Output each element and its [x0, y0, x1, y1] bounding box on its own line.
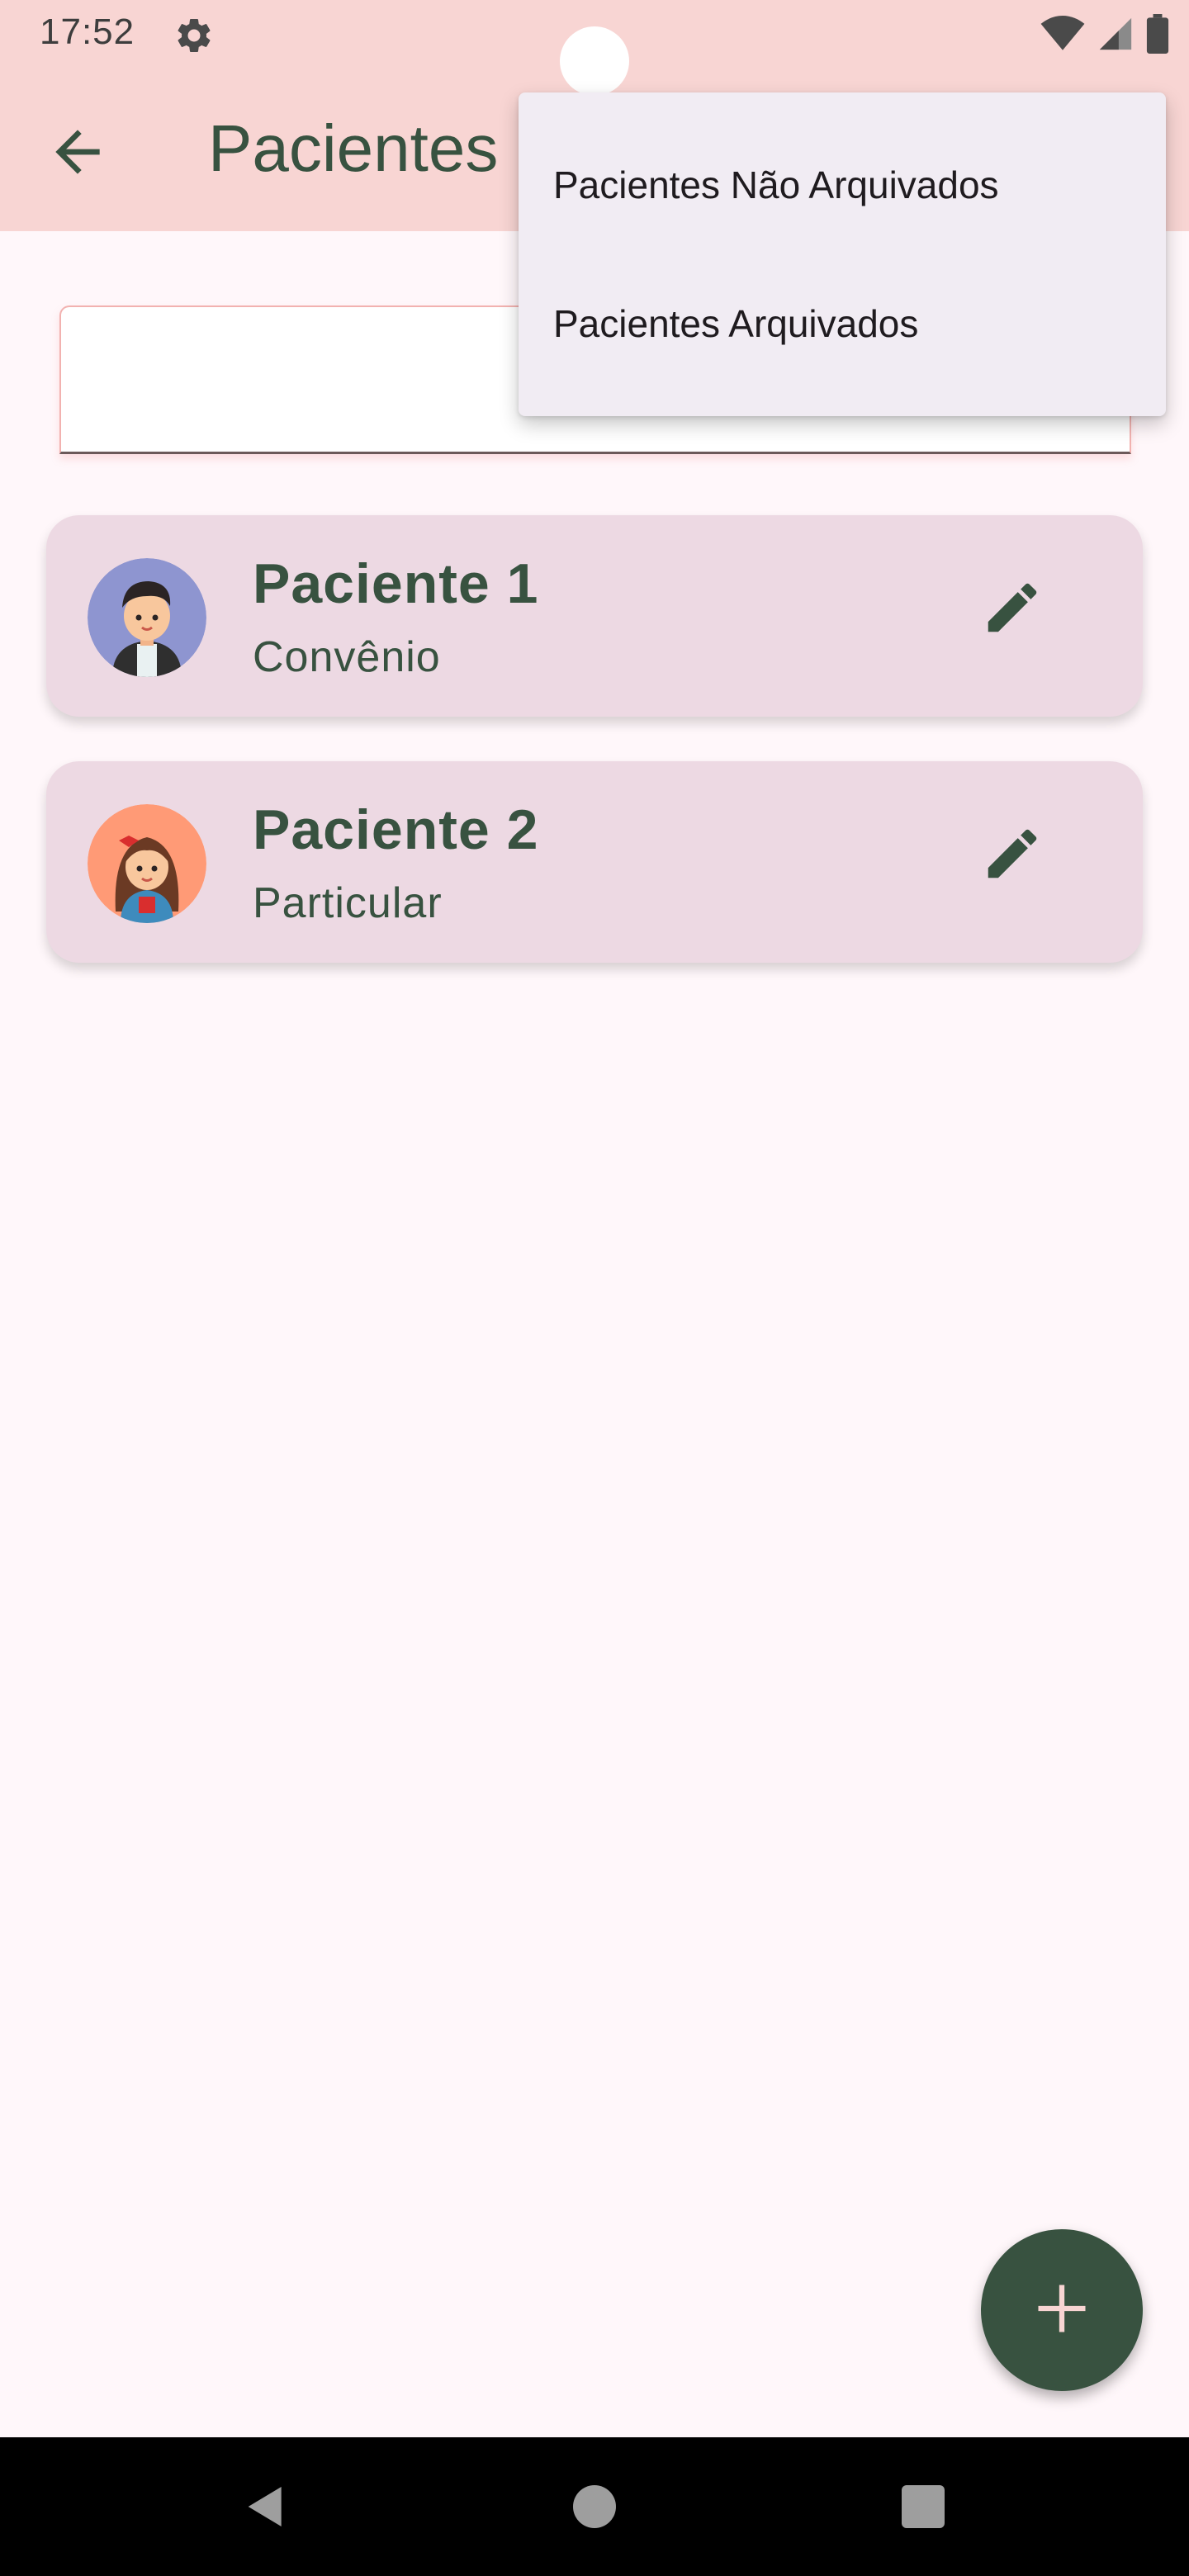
battery-icon — [1146, 13, 1169, 58]
status-time: 17:52 — [40, 12, 135, 52]
nav-recents-icon[interactable] — [902, 2485, 945, 2528]
patient-insurance-type: Particular — [253, 879, 443, 927]
edit-patient-button[interactable] — [971, 814, 1054, 897]
status-icons — [1040, 13, 1169, 58]
arrow-back-icon — [45, 119, 111, 189]
pencil-icon — [980, 575, 1045, 644]
edit-patient-button[interactable] — [971, 568, 1054, 651]
patient-insurance-type: Convênio — [253, 633, 441, 681]
patient-card[interactable]: Paciente 1 Convênio — [46, 515, 1143, 717]
status-bar: 17:52 — [0, 0, 1189, 96]
nav-home-icon[interactable] — [573, 2485, 616, 2528]
gear-icon — [173, 15, 215, 56]
boy-avatar — [88, 558, 206, 677]
menu-item-archived-patients[interactable]: Pacientes Arquivados — [519, 277, 1166, 370]
system-navigation-bar — [0, 2437, 1189, 2576]
pencil-icon — [980, 822, 1045, 890]
patients-screen: 17:52 Pacientes Paciente 1 Convênio Paci… — [0, 0, 1189, 2576]
girl-avatar — [88, 804, 206, 923]
menu-item-non-archived-patients[interactable]: Pacientes Não Arquivados — [519, 139, 1166, 231]
patient-card[interactable]: Paciente 2 Particular — [46, 761, 1143, 963]
add-patient-button[interactable] — [981, 2229, 1143, 2391]
signal-icon — [1097, 15, 1135, 57]
back-button[interactable] — [36, 112, 119, 195]
patient-name: Paciente 1 — [253, 552, 539, 615]
nav-back-icon[interactable] — [239, 2480, 292, 2533]
plus-icon — [1030, 2277, 1093, 2344]
wifi-icon — [1040, 15, 1085, 56]
filter-menu: Pacientes Não Arquivados Pacientes Arqui… — [519, 92, 1166, 416]
page-title: Pacientes — [208, 111, 499, 185]
patient-name: Paciente 2 — [253, 798, 539, 861]
